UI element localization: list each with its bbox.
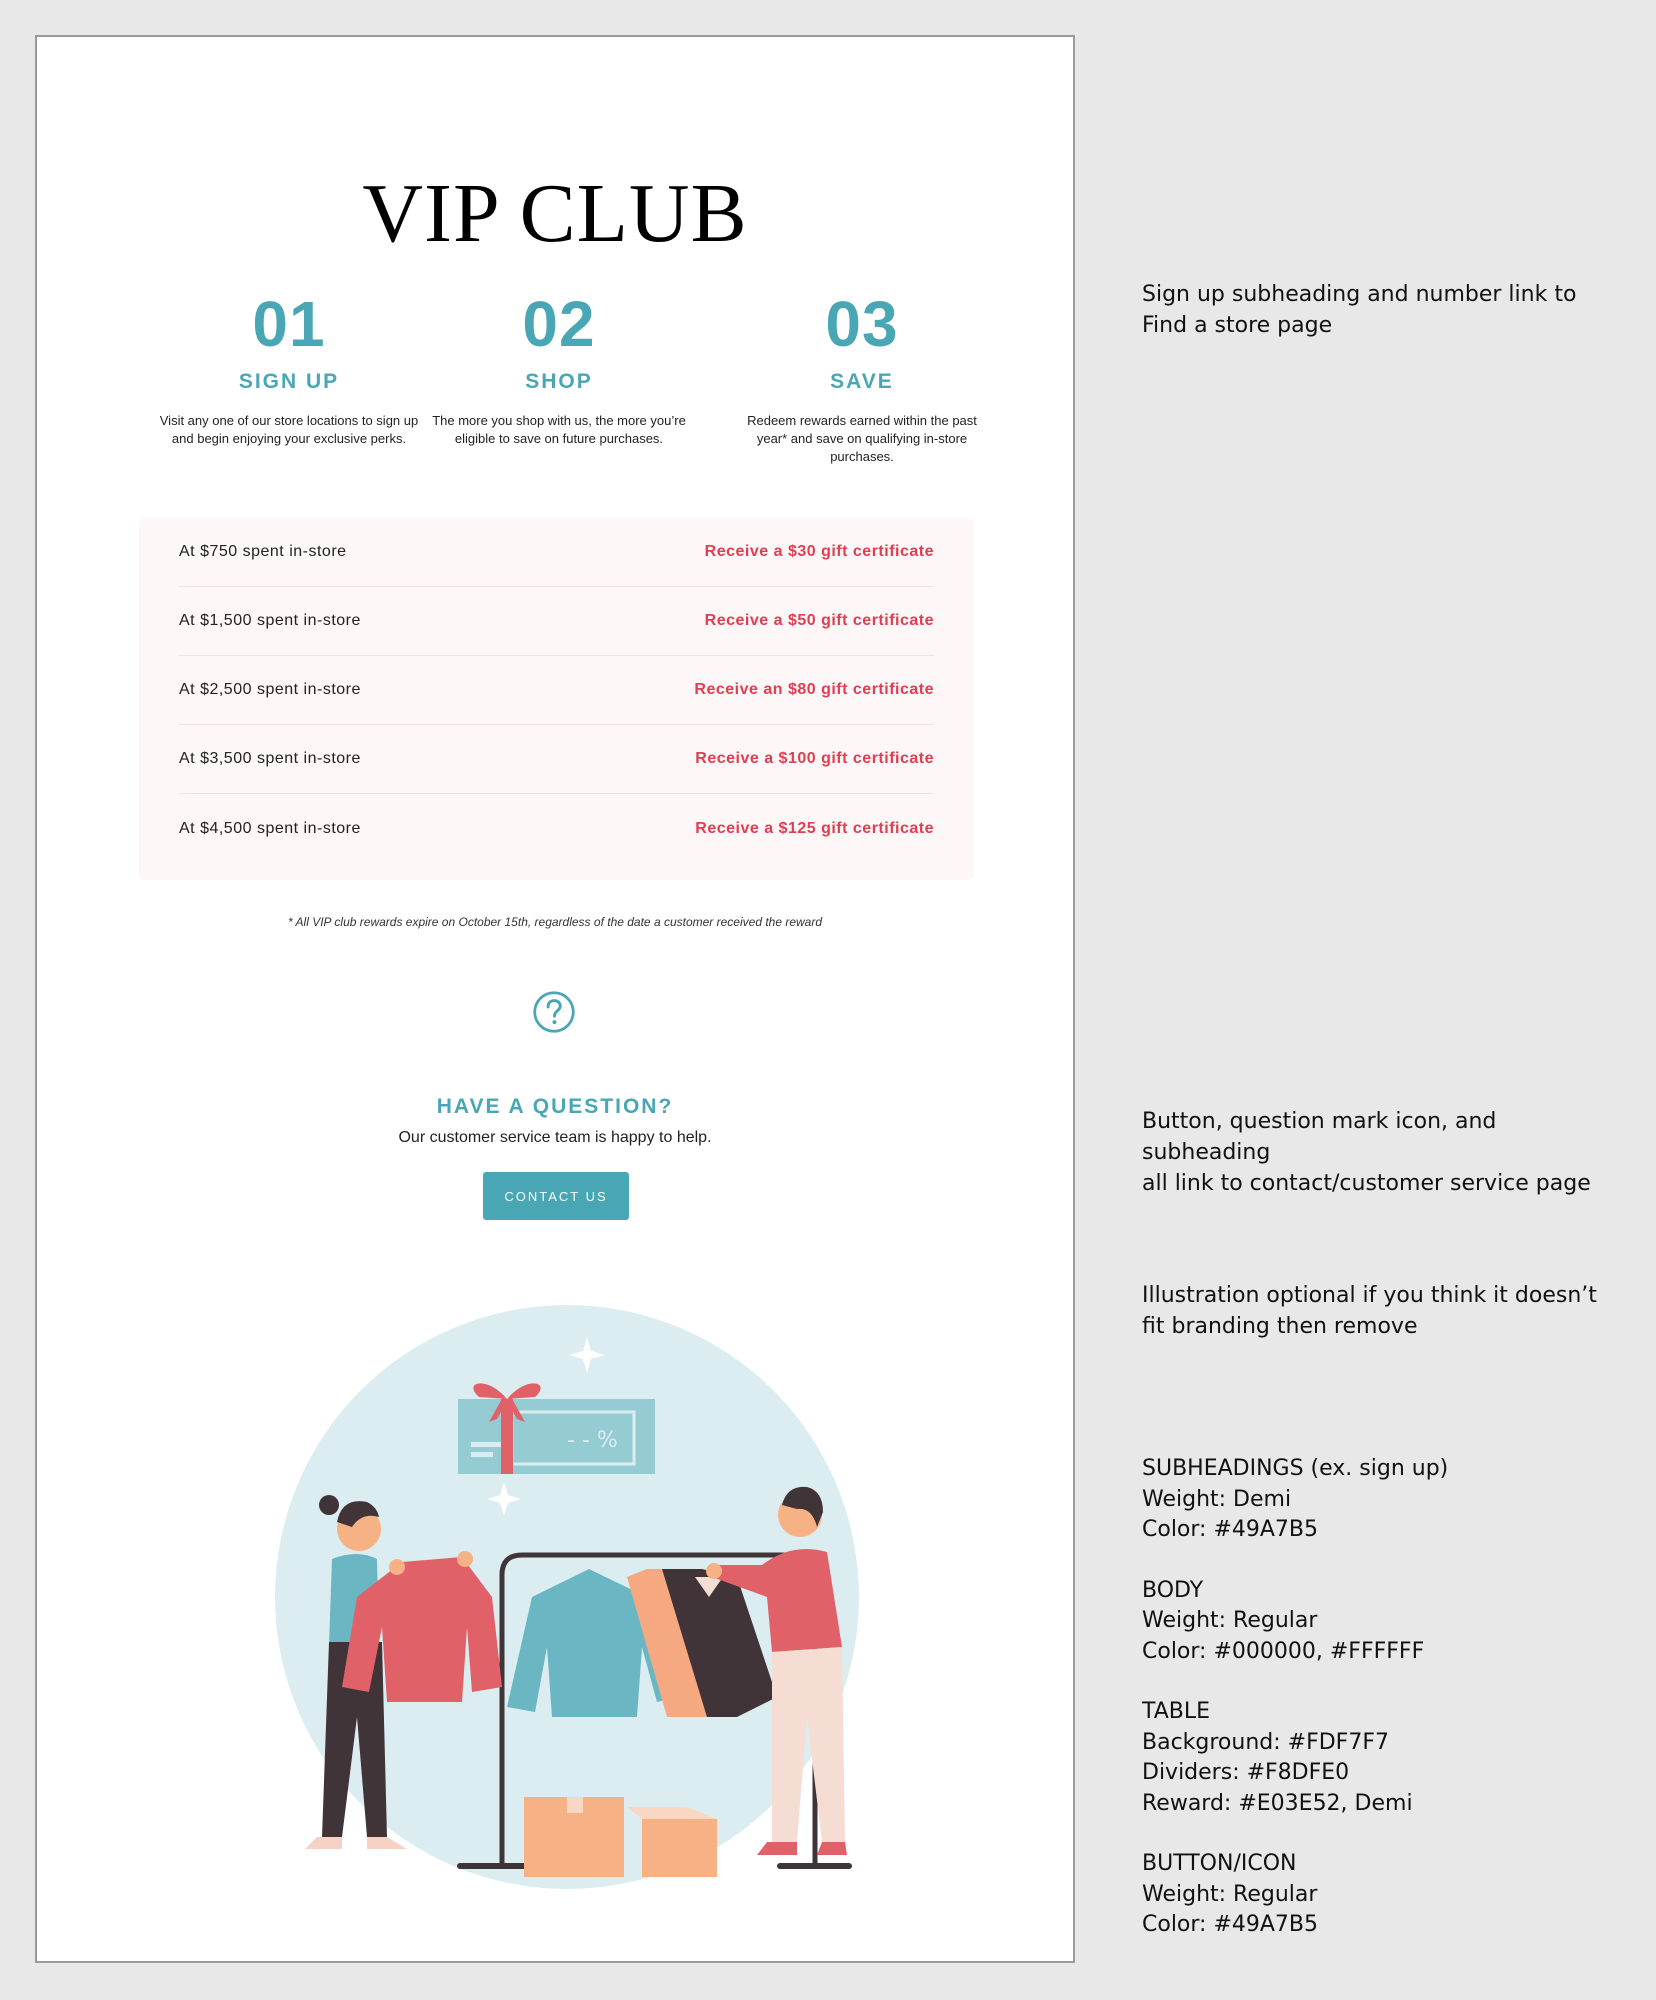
style-spec: SUBHEADINGS (ex. sign up) Weight: Demi C… [1142, 1454, 1602, 1971]
annotation-line: Illustration optional if you think it do… [1142, 1283, 1597, 1308]
step-shop: 02 SHOP The more you shop with us, the m… [429, 292, 689, 448]
email-artboard: VIP CLUB 01 SIGN UP Visit any one of our… [35, 35, 1075, 1963]
step-body: Redeem rewards earned within the past ye… [747, 413, 977, 464]
annotation-line: Button, question mark icon, and subheadi… [1142, 1109, 1497, 1165]
spec-line: Color: #49A7B5 [1142, 1517, 1319, 1542]
rewards-footnote: * All VIP club rewards expire on October… [287, 915, 823, 929]
step-body: The more you shop with us, the more you’… [432, 413, 686, 446]
spec-body: BODY Weight: Regular Color: #000000, #FF… [1142, 1576, 1602, 1668]
spec-line: Color: #49A7B5 [1142, 1912, 1319, 1937]
spec-subheadings: SUBHEADINGS (ex. sign up) Weight: Demi C… [1142, 1454, 1602, 1546]
step-heading: SAVE [830, 370, 894, 393]
spec-line: TABLE [1142, 1699, 1211, 1724]
spec-line: Weight: Demi [1142, 1486, 1292, 1512]
page-title: VIP CLUB [362, 167, 748, 260]
spec-line: BUTTON/ICON [1142, 1851, 1297, 1876]
spec-line: Weight: Regular [1142, 1881, 1318, 1907]
spec-line: Color: #000000, #FFFFFF [1142, 1638, 1425, 1664]
spec-line: Dividers: #F8DFE0 [1142, 1760, 1350, 1785]
question-mark-icon[interactable] [532, 990, 576, 1034]
spec-line: Weight: Regular [1142, 1608, 1318, 1633]
spec-line: Background: #FDF7F7 [1142, 1729, 1389, 1755]
annotation-signup-link: Sign up subheading and number link to Fi… [1142, 279, 1622, 341]
annotation-line: Sign up subheading and number link to [1142, 282, 1577, 307]
annotation-illustration: Illustration optional if you think it do… [1142, 1280, 1622, 1342]
step-heading: SHOP [525, 370, 593, 393]
step-number: 02 [522, 288, 596, 360]
table-row: At $750 spent in-store Receive a $30 gif… [179, 518, 934, 587]
reward-amount: Receive a $30 gift certificate [704, 543, 934, 560]
annotation-line: fit branding then remove [1142, 1314, 1418, 1339]
spend-threshold: At $3,500 spent in-store [179, 750, 361, 767]
step-heading[interactable]: SIGN UP [159, 370, 419, 394]
rewards-table: At $750 spent in-store Receive a $30 gif… [139, 518, 974, 880]
spec-button: BUTTON/ICON Weight: Regular Color: #49A7… [1142, 1849, 1602, 1941]
step-sign-up-link[interactable]: 01 SIGN UP Visit any one of our store lo… [159, 292, 419, 448]
reward-amount: Receive a $50 gift certificate [704, 612, 934, 629]
shopping-rack-illustration: - - % [275, 1305, 859, 1889]
have-a-question-heading[interactable]: HAVE A QUESTION? [37, 1095, 1073, 1119]
spend-threshold: At $2,500 spent in-store [179, 681, 361, 698]
spec-table: TABLE Background: #FDF7F7 Dividers: #F8D… [1142, 1697, 1602, 1819]
step-number[interactable]: 01 [159, 292, 419, 356]
svg-text:- - %: - - % [567, 1428, 618, 1453]
spec-line: Reward: #E03E52, Demi [1142, 1790, 1413, 1816]
reward-amount: Receive a $125 gift certificate [695, 819, 934, 837]
annotation-contact-link: Button, question mark icon, and subheadi… [1142, 1106, 1622, 1199]
contact-us-button[interactable]: CONTACT US [483, 1172, 629, 1220]
table-row: At $4,500 spent in-store Receive a $125 … [179, 794, 934, 863]
customer-service-text: Our customer service team is happy to he… [398, 1129, 712, 1146]
step-save: 03 SAVE Redeem rewards earned within the… [732, 292, 992, 466]
table-row: At $2,500 spent in-store Receive an $80 … [179, 656, 934, 725]
spend-threshold: At $4,500 spent in-store [179, 819, 361, 837]
reward-amount: Receive an $80 gift certificate [694, 681, 934, 698]
reward-amount: Receive a $100 gift certificate [695, 750, 934, 767]
spec-line: SUBHEADINGS (ex. sign up) [1142, 1456, 1449, 1481]
annotation-line: Find a store page [1142, 313, 1333, 338]
spend-threshold: At $1,500 spent in-store [179, 612, 361, 629]
table-row: At $1,500 spent in-store Receive a $50 g… [179, 587, 934, 656]
annotation-line: all link to contact/customer service pag… [1142, 1171, 1591, 1196]
table-row: At $3,500 spent in-store Receive a $100 … [179, 725, 934, 794]
spend-threshold: At $750 spent in-store [179, 543, 347, 560]
spec-line: BODY [1142, 1577, 1204, 1603]
step-number: 03 [825, 288, 899, 360]
step-body: Visit any one of our store locations to … [159, 413, 419, 446]
